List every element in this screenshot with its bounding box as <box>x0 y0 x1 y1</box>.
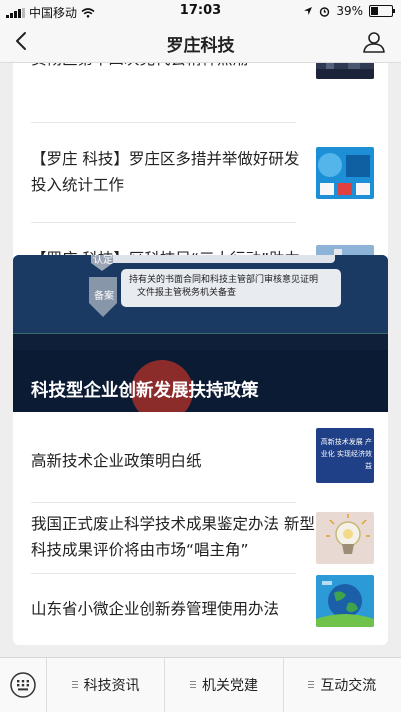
bottom-tab-bar: 科技资讯 机关党建 互动交流 <box>0 657 401 712</box>
list-item[interactable]: 【罗庄 科技】罗庄区多措并举做好研发投入统计工作 <box>13 123 388 223</box>
page-title: 罗庄科技 <box>166 36 235 56</box>
tab-label: 互动交流 <box>320 678 377 694</box>
article-title: 高新技术企业政策明白纸 <box>31 452 202 471</box>
content-area[interactable]: 贯彻区第十四次党代会精神热潮 【罗庄 科技】罗庄区多措并举做好研发投入统计工作 … <box>0 63 401 658</box>
list-item[interactable]: 贯彻区第十四次党代会精神热潮 <box>13 63 388 95</box>
list-item[interactable]: 高新技术企业政策明白纸 高新技术发展 产业化 实现经济效益 <box>13 412 388 512</box>
tab-label: 机关党建 <box>201 678 258 694</box>
article-thumbnail: 高新技术发展 产业化 实现经济效益 <box>316 428 374 483</box>
location-icon <box>304 7 313 15</box>
alarm-icon <box>320 6 330 17</box>
status-bar: 中国移动 17:03 39% <box>0 0 401 22</box>
list-item[interactable]: 山东省小微企业创新券管理使用办法 <box>13 575 388 645</box>
divider <box>31 573 296 574</box>
keyboard-icon <box>10 672 36 698</box>
article-title: 贯彻区第十四次党代会精神热潮 <box>31 63 301 95</box>
article-title: 山东省小微企业创新券管理使用办法 <box>31 600 280 619</box>
article-thumbnail <box>316 575 374 627</box>
menu-icon <box>189 681 196 689</box>
article-title: 【罗庄 科技】罗庄区多措并举做好研发投入统计工作 <box>31 150 300 194</box>
keyboard-toggle[interactable] <box>0 658 47 712</box>
policy-card: 认定 备案 持有关的书面合同和科技主管部门审核意见证明 文件报主管税务机关备查 … <box>13 255 388 645</box>
banner-badge-side: 备案 <box>94 291 114 302</box>
tab-news[interactable]: 科技资讯 <box>47 658 166 712</box>
tab-label: 科技资讯 <box>83 678 140 694</box>
article-thumbnail <box>316 512 374 564</box>
battery-percent: 39% <box>336 4 363 18</box>
menu-icon <box>308 681 315 689</box>
policy-banner[interactable]: 认定 备案 持有关的书面合同和科技主管部门审核意见证明 文件报主管税务机关备查 … <box>13 255 388 412</box>
user-icon[interactable] <box>361 29 387 55</box>
article-thumbnail <box>316 147 374 199</box>
banner-caption: 科技型企业创新发展扶持政策 <box>31 381 259 401</box>
menu-icon <box>71 681 78 689</box>
banner-badge-top: 认定 <box>93 255 113 266</box>
banner-box-text: 持有关的书面合同和科技主管部门审核意见证明 文件报主管税务机关备查 <box>129 275 319 298</box>
tab-interaction[interactable]: 互动交流 <box>284 658 401 712</box>
nav-bar: 罗庄科技 <box>0 22 401 63</box>
tab-party[interactable]: 机关党建 <box>165 658 284 712</box>
article-thumbnail <box>316 63 374 79</box>
article-title: 我国正式废止科学技术成果鉴定办法 新型科技成果评价将由市场“唱主角” <box>31 515 315 559</box>
list-item[interactable]: 我国正式废止科学技术成果鉴定办法 新型科技成果评价将由市场“唱主角” <box>13 503 388 573</box>
battery-icon <box>369 5 395 17</box>
